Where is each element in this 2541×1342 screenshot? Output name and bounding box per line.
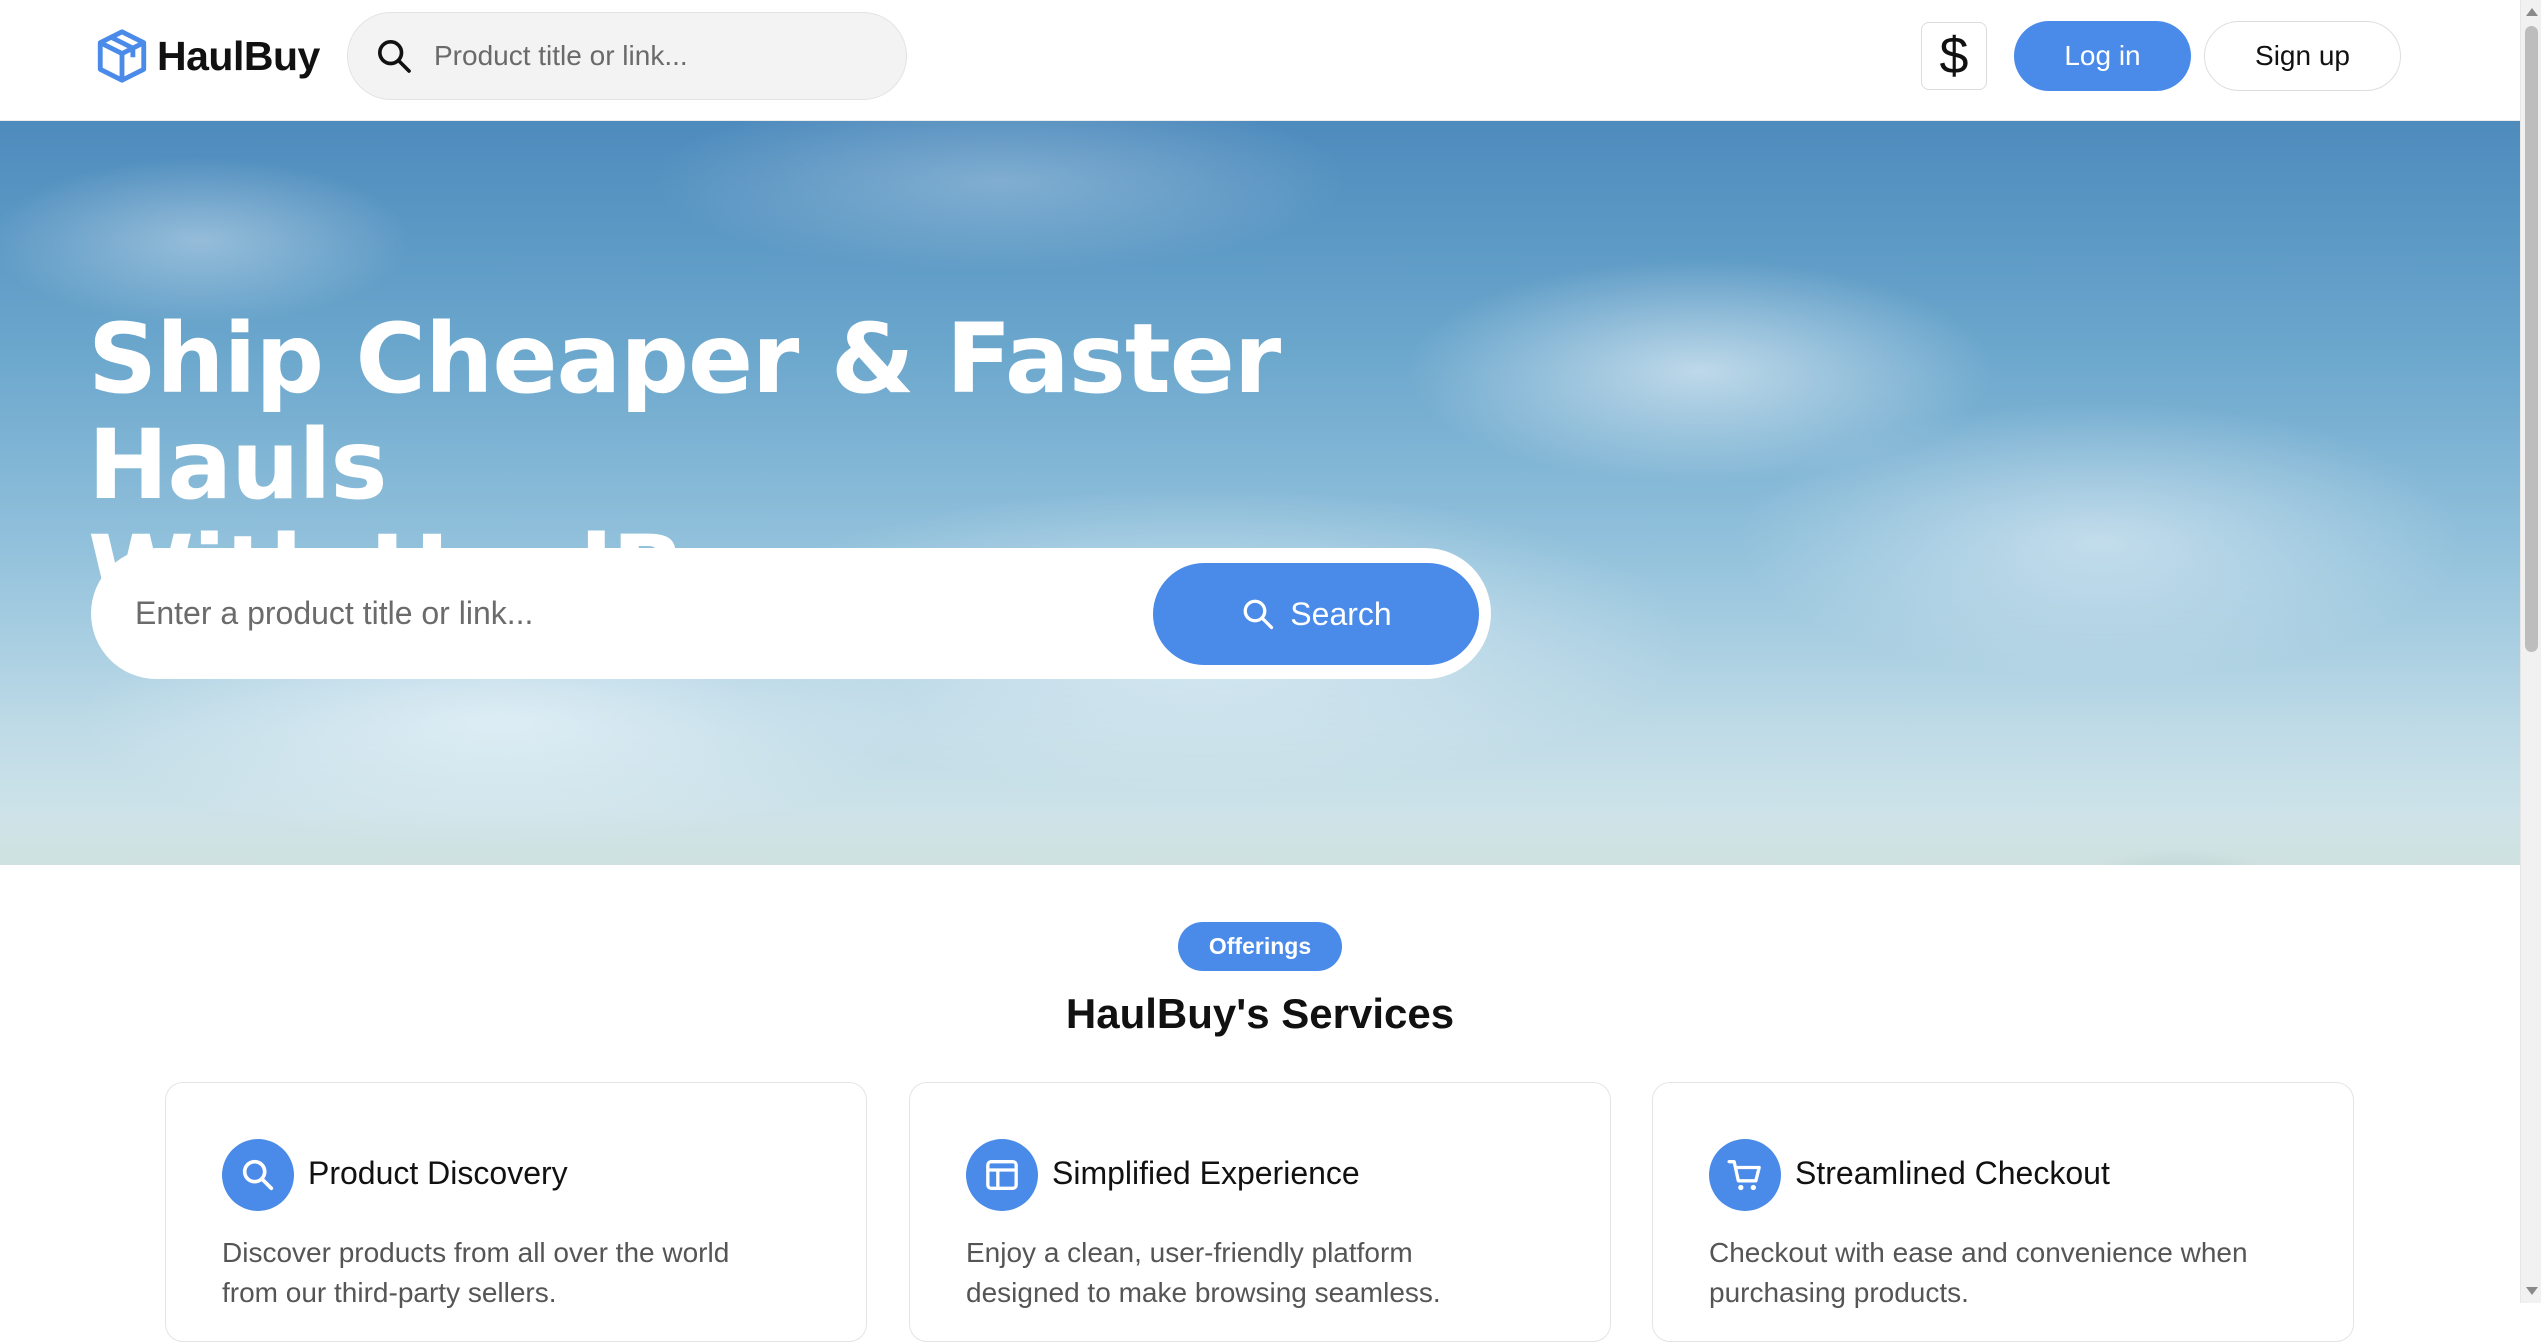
signup-button[interactable]: Sign up bbox=[2204, 21, 2401, 91]
search-icon bbox=[374, 36, 414, 76]
login-button[interactable]: Log in bbox=[2014, 21, 2191, 91]
search-icon bbox=[1240, 596, 1290, 632]
offerings-badge: Offerings bbox=[1178, 922, 1342, 971]
hero-background-haze bbox=[0, 811, 2520, 865]
logo[interactable]: HaulBuy bbox=[93, 26, 320, 86]
card-title: Product Discovery bbox=[308, 1155, 568, 1191]
top-navbar: HaulBuy $ Log in Sign up bbox=[0, 0, 2520, 121]
card-title: Streamlined Checkout bbox=[1795, 1155, 2110, 1191]
hero-search-input[interactable] bbox=[133, 588, 1133, 638]
currency-selector-button[interactable]: $ bbox=[1921, 22, 1987, 90]
hero-search-bar: Search bbox=[91, 548, 1491, 679]
card-title: Simplified Experience bbox=[1052, 1155, 1360, 1191]
layout-icon bbox=[966, 1139, 1038, 1211]
header-search-bar[interactable] bbox=[347, 12, 907, 100]
service-card-streamlined-checkout: Streamlined Checkout Checkout with ease … bbox=[1652, 1082, 2354, 1342]
hero-banner: Ship Cheaper & Faster Hauls With HaulBuy… bbox=[0, 121, 2520, 865]
service-card-simplified-experience: Simplified Experience Enjoy a clean, use… bbox=[909, 1082, 1611, 1342]
scroll-down-arrow-icon[interactable] bbox=[2526, 1287, 2538, 1295]
page-scrollbar[interactable] bbox=[2520, 0, 2541, 1303]
logo-text: HaulBuy bbox=[157, 32, 320, 79]
service-card-product-discovery: Product Discovery Discover products from… bbox=[165, 1082, 867, 1342]
card-description: Checkout with ease and convenience when … bbox=[1709, 1237, 2248, 1308]
card-description: Enjoy a clean, user-friendly platform de… bbox=[966, 1237, 1441, 1308]
header-search-input[interactable] bbox=[432, 39, 872, 73]
scrollbar-thumb[interactable] bbox=[2525, 26, 2538, 652]
scroll-up-arrow-icon[interactable] bbox=[2526, 8, 2538, 16]
search-icon bbox=[222, 1139, 294, 1211]
cart-icon bbox=[1709, 1139, 1781, 1211]
hero-search-button[interactable]: Search bbox=[1153, 563, 1479, 665]
box-logo-icon bbox=[93, 27, 151, 85]
hero-title-line-1: Ship Cheaper & Faster Hauls bbox=[88, 303, 1281, 521]
hero-search-button-label: Search bbox=[1290, 595, 1392, 632]
section-title: HaulBuy's Services bbox=[1065, 990, 1455, 1037]
card-description: Discover products from all over the worl… bbox=[222, 1237, 730, 1308]
